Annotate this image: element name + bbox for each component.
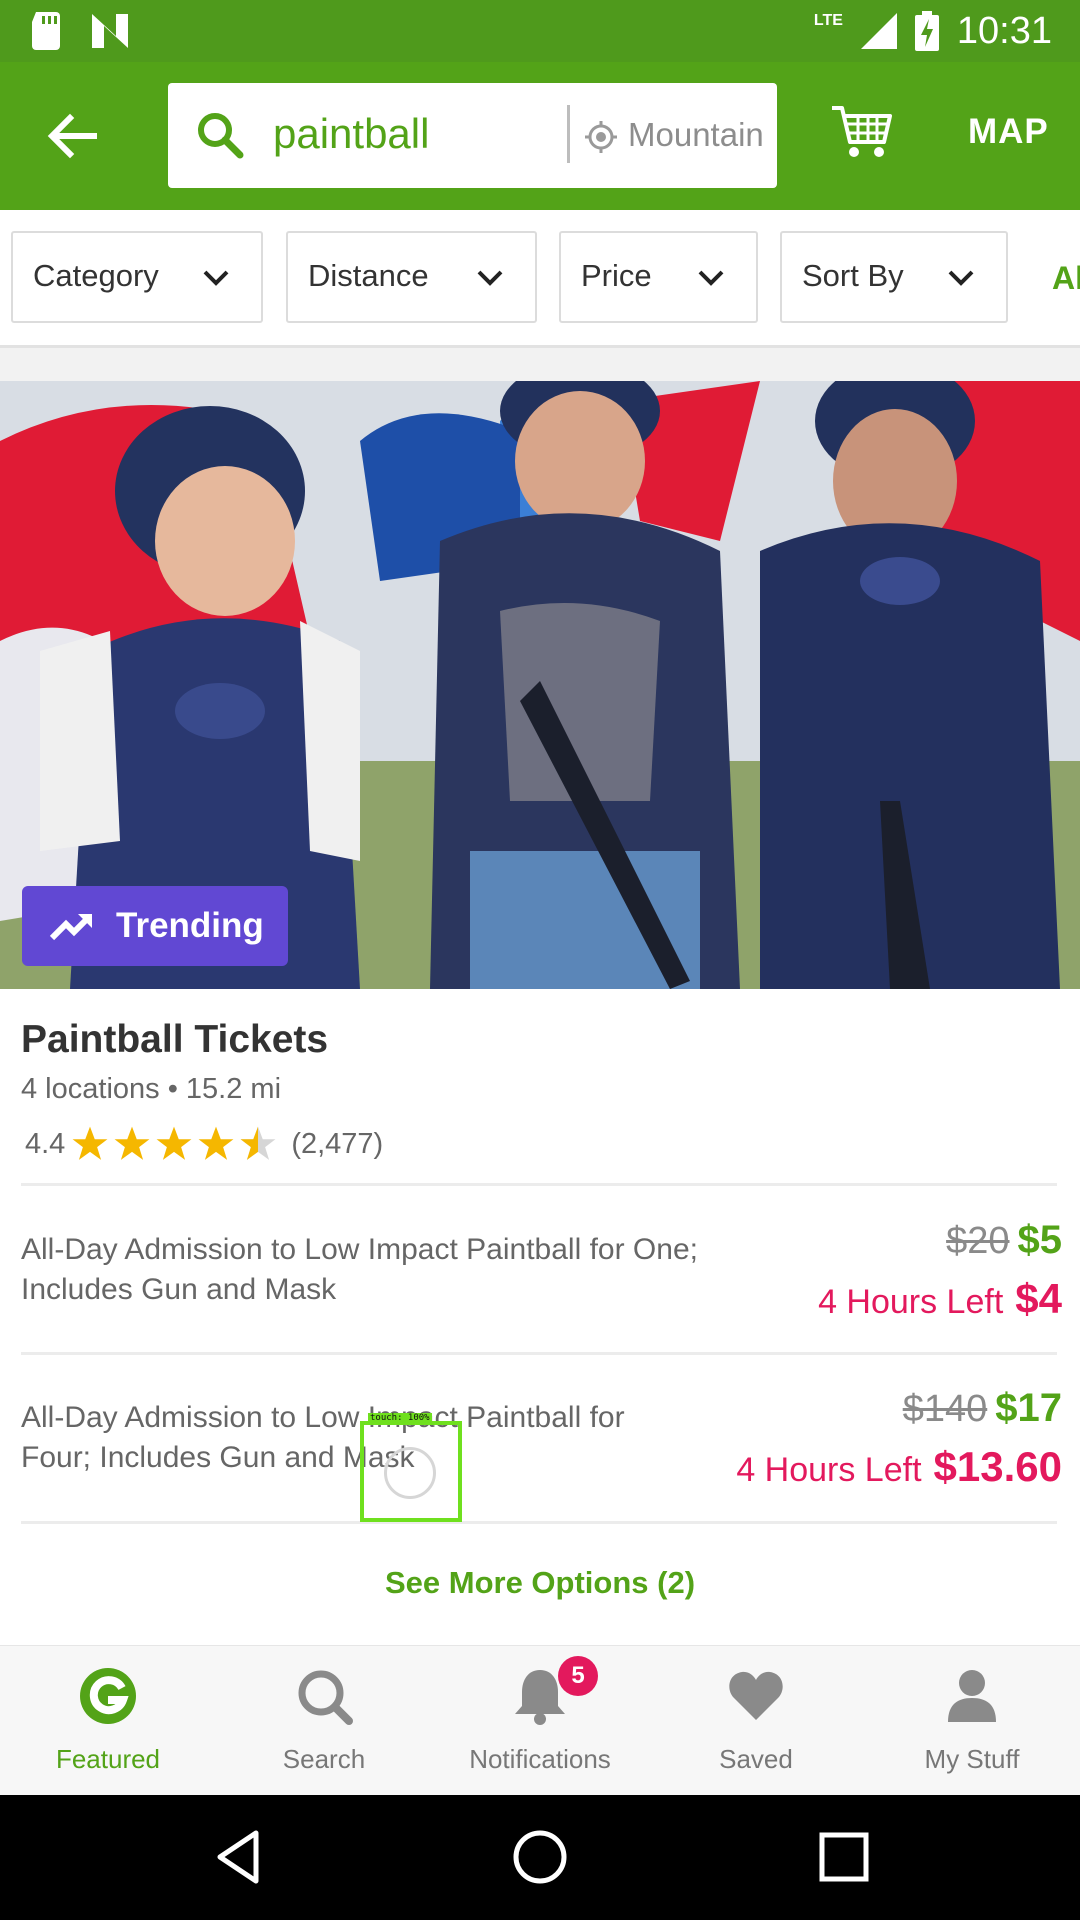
touch-label: touch: 100%: [368, 1413, 432, 1423]
deal-card[interactable]: Paintball Tickets 4 locations • 15.2 mi …: [0, 989, 1080, 1645]
chevron-down-icon: [203, 270, 229, 286]
nav-label: My Stuff: [924, 1744, 1020, 1774]
option-description[interactable]: All-Day Admission to Low Impact Paintbal…: [21, 1230, 721, 1310]
app-bar: paintball Mountain MAP: [0, 62, 1080, 210]
divider: [21, 1521, 1057, 1524]
filter-sort-by[interactable]: Sort By: [780, 231, 1008, 323]
star-half-icon: [240, 1126, 276, 1160]
trending-label: Trending: [116, 906, 264, 945]
search-box[interactable]: paintball Mountain: [168, 83, 777, 188]
filter-all[interactable]: Al: [1052, 260, 1080, 297]
person-icon: [948, 1670, 996, 1722]
original-price: $140: [902, 1388, 988, 1430]
chevron-down-icon: [948, 270, 974, 286]
search-icon: [298, 1670, 353, 1725]
nav-label: Notifications: [469, 1744, 611, 1774]
option-price: $20 $5: [946, 1218, 1062, 1263]
chevron-down-icon: [698, 270, 724, 286]
rating-value: 4.4: [25, 1127, 66, 1160]
location-icon: [585, 121, 617, 153]
divider: [21, 1183, 1057, 1186]
deal-title[interactable]: Paintball Tickets: [21, 1018, 328, 1062]
deal-meta: 4 locations • 15.2 mi: [21, 1073, 282, 1105]
search-divider: [567, 105, 570, 163]
search-icon: [198, 113, 244, 159]
limited-offer: 4 Hours Left $13.60: [736, 1443, 1062, 1491]
n-notification-icon: [92, 14, 128, 48]
recents-square-icon[interactable]: [814, 1827, 874, 1887]
map-button[interactable]: MAP: [968, 112, 1049, 152]
nav-label: Search: [282, 1744, 366, 1774]
notification-count-badge: 5: [558, 1656, 598, 1696]
see-more-options-link[interactable]: See More Options (2): [0, 1565, 1080, 1601]
sale-price: $17: [995, 1386, 1062, 1430]
location-input[interactable]: Mountain: [628, 113, 768, 157]
filter-bar: Category Distance Price Sort By Al: [0, 210, 1080, 348]
nav-label: Saved: [719, 1744, 793, 1774]
original-price: $20: [946, 1220, 1010, 1262]
rating-row: 4.4 (2,477): [25, 1125, 383, 1163]
limited-offer: 4 Hours Left $4: [818, 1275, 1062, 1323]
groupon-g-icon: [80, 1668, 136, 1724]
filter-price[interactable]: Price: [559, 231, 758, 323]
nav-my-stuff[interactable]: My Stuff: [864, 1646, 1080, 1796]
divider: [21, 1352, 1057, 1355]
status-bar: LTE 10:31: [0, 0, 1080, 62]
filter-distance[interactable]: Distance: [286, 231, 537, 323]
nav-notifications[interactable]: 5 Notifications: [432, 1646, 648, 1796]
trending-up-icon: [50, 914, 92, 941]
sd-card-icon: [32, 12, 60, 50]
nav-saved[interactable]: Saved: [648, 1646, 864, 1796]
touch-indicator: touch: 100%: [360, 1413, 462, 1522]
signal-icon: [860, 13, 897, 49]
heart-icon: [729, 1671, 783, 1720]
limited-time-label: 4 Hours Left: [818, 1283, 1004, 1321]
filter-label: Price: [581, 258, 652, 293]
option-price: $140 $17: [903, 1386, 1062, 1431]
trending-badge: Trending: [22, 886, 288, 966]
cart-icon[interactable]: [830, 102, 894, 162]
star-icon: [156, 1126, 192, 1160]
back-triangle-icon[interactable]: [210, 1827, 270, 1887]
nav-label: Featured: [55, 1744, 161, 1774]
limited-time-label: 4 Hours Left: [736, 1451, 922, 1489]
back-arrow-icon[interactable]: [42, 106, 102, 166]
chevron-down-icon: [477, 270, 503, 286]
network-type: LTE: [813, 12, 843, 29]
nav-search[interactable]: Search: [216, 1646, 432, 1796]
star-icon: [198, 1126, 234, 1160]
touch-ripple: [384, 1447, 436, 1499]
home-circle-icon[interactable]: [510, 1827, 570, 1887]
battery-charging-icon: [914, 11, 939, 51]
search-input[interactable]: paintball: [273, 107, 429, 161]
star-icon: [114, 1126, 150, 1160]
star-icon: [72, 1126, 108, 1160]
clock: 10:31: [956, 10, 1052, 52]
filter-label: Distance: [308, 258, 429, 293]
filter-label: Category: [33, 258, 159, 293]
bottom-nav: Featured Search 5 Notifications Saved My…: [0, 1645, 1080, 1796]
limited-price: $13.60: [933, 1443, 1062, 1490]
filter-category[interactable]: Category: [11, 231, 263, 323]
sale-price: $5: [1017, 1218, 1063, 1262]
system-nav-bar: [0, 1795, 1080, 1920]
nav-featured[interactable]: Featured: [0, 1646, 216, 1796]
review-count: (2,477): [291, 1127, 384, 1160]
filter-label: Sort By: [802, 258, 904, 293]
option-description[interactable]: All-Day Admission to Low Impact Paintbal…: [21, 1398, 681, 1478]
limited-price: $4: [1015, 1275, 1062, 1322]
